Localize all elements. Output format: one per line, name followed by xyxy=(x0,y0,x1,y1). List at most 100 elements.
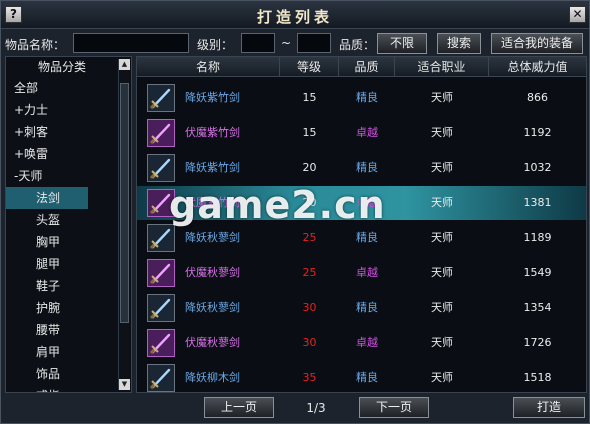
item-power: 866 xyxy=(527,91,548,104)
item-quality: 精良 xyxy=(356,161,378,174)
item-job: 天师 xyxy=(431,126,453,139)
category-item[interactable]: 鞋子 xyxy=(6,275,118,297)
item-level: 25 xyxy=(302,231,317,244)
category-panel: 物品分类 全部+力士+刺客+唤雷-天师法剑头盔胸甲腿甲鞋子护腕腰带肩甲饰品戒指 … xyxy=(5,56,132,393)
prev-page-button[interactable]: 上一页 xyxy=(204,397,274,418)
item-power: 1189 xyxy=(523,231,552,244)
item-level: 30 xyxy=(302,336,317,349)
category-item[interactable]: 腿甲 xyxy=(6,253,118,275)
item-job: 天师 xyxy=(431,91,453,104)
filter-bar: 物品名称： 级别： ~ 品质： 不限 搜索 适合我的装备 xyxy=(1,30,589,56)
sword-icon xyxy=(147,224,175,252)
category-item[interactable]: +唤雷 xyxy=(6,143,118,165)
item-job: 天师 xyxy=(431,371,453,384)
sword-icon xyxy=(147,189,175,217)
level-range-separator: ~ xyxy=(281,36,292,50)
category-item[interactable]: 戒指 xyxy=(6,385,118,392)
table-row[interactable]: 伏魔紫竹剑 20 卓越 天师 1381 xyxy=(137,186,586,220)
quality-dropdown[interactable]: 不限 xyxy=(377,33,427,54)
item-power: 1381 xyxy=(523,196,552,209)
next-page-button[interactable]: 下一页 xyxy=(359,397,429,418)
category-item[interactable]: 护腕 xyxy=(6,297,118,319)
recipe-table: 名称 等级 品质 适合职业 总体威力值 降妖紫竹剑 15 精良 天师 866 伏魔紫竹剑 1… xyxy=(136,56,587,393)
sword-icon xyxy=(147,329,175,357)
sword-icon xyxy=(147,364,175,392)
window-title: 打造列表 xyxy=(256,8,333,26)
category-item[interactable]: 胸甲 xyxy=(6,231,118,253)
category-item[interactable]: 饰品 xyxy=(6,363,118,385)
sword-icon xyxy=(147,154,175,182)
item-name: 降妖紫竹剑 xyxy=(185,91,240,104)
sword-icon xyxy=(147,84,175,112)
item-level: 15 xyxy=(302,126,317,139)
item-job: 天师 xyxy=(431,161,453,174)
category-item[interactable]: 头盔 xyxy=(6,209,118,231)
table-row[interactable]: 降妖紫竹剑 20 精良 天师 1032 xyxy=(137,151,586,185)
table-row[interactable]: 降妖秋蓼剑 25 精良 天师 1189 xyxy=(137,221,586,255)
item-level: 20 xyxy=(302,196,317,209)
item-quality: 精良 xyxy=(356,371,378,384)
table-row[interactable]: 降妖柳木剑 35 精良 天师 1518 xyxy=(137,361,586,392)
column-header-name: 名称 xyxy=(137,57,280,77)
column-header-power: 总体威力值 xyxy=(507,60,568,74)
item-level: 15 xyxy=(302,91,317,104)
craft-button[interactable]: 打造 xyxy=(513,397,585,418)
item-job: 天师 xyxy=(431,196,453,209)
item-quality: 精良 xyxy=(356,91,378,104)
table-row[interactable]: 伏魔秋蓼剑 30 卓越 天师 1726 xyxy=(137,326,586,360)
category-header: 物品分类 xyxy=(37,60,86,74)
level-label: 级别： xyxy=(197,38,234,52)
category-item[interactable]: -天师 xyxy=(6,165,118,187)
category-scrollbar[interactable]: ▲ ▼ xyxy=(118,59,130,390)
item-power: 1726 xyxy=(523,336,552,349)
item-job: 天师 xyxy=(431,336,453,349)
item-name-label: 物品名称： xyxy=(5,38,66,52)
category-item[interactable]: 法剑 xyxy=(6,187,88,209)
table-row[interactable]: 降妖秋蓼剑 30 精良 天师 1354 xyxy=(137,291,586,325)
item-name: 降妖柳木剑 xyxy=(185,371,240,384)
item-name: 降妖紫竹剑 xyxy=(185,161,240,174)
item-quality: 卓越 xyxy=(356,266,378,279)
item-job: 天师 xyxy=(431,266,453,279)
search-button[interactable]: 搜索 xyxy=(437,33,481,54)
category-item[interactable]: 腰带 xyxy=(6,319,118,341)
level-min-input[interactable] xyxy=(241,33,275,53)
table-row[interactable]: 伏魔紫竹剑 15 卓越 天师 1192 xyxy=(137,116,586,150)
table-row[interactable]: 伏魔秋蓼剑 25 卓越 天师 1549 xyxy=(137,256,586,290)
level-max-input[interactable] xyxy=(297,33,331,53)
sword-icon xyxy=(147,294,175,322)
item-power: 1032 xyxy=(523,161,552,174)
category-item[interactable]: +力士 xyxy=(6,99,118,121)
table-header: 名称 等级 品质 适合职业 总体威力值 xyxy=(137,57,586,77)
item-name: 伏魔秋蓼剑 xyxy=(185,336,240,349)
category-item[interactable]: 全部 xyxy=(6,77,118,99)
scroll-down-icon[interactable]: ▼ xyxy=(119,379,130,390)
category-item[interactable]: +刺客 xyxy=(6,121,118,143)
item-quality: 卓越 xyxy=(356,126,378,139)
close-button[interactable]: ✕ xyxy=(569,6,586,23)
scroll-thumb[interactable] xyxy=(120,83,129,323)
page-indicator: 1/3 xyxy=(306,401,326,415)
item-level: 20 xyxy=(302,161,317,174)
item-level: 35 xyxy=(302,371,317,384)
category-item[interactable]: 肩甲 xyxy=(6,341,118,363)
table-row[interactable]: 降妖紫竹剑 15 精良 天师 866 xyxy=(137,81,586,115)
item-power: 1549 xyxy=(523,266,552,279)
title-bar: ? 打造列表 ✕ xyxy=(1,1,589,29)
item-name: 伏魔紫竹剑 xyxy=(185,126,240,139)
scroll-up-icon[interactable]: ▲ xyxy=(119,59,130,70)
item-job: 天师 xyxy=(431,301,453,314)
sword-icon xyxy=(147,259,175,287)
column-header-job: 适合职业 xyxy=(395,57,489,77)
item-name: 降妖秋蓼剑 xyxy=(185,301,240,314)
column-header-level: 等级 xyxy=(280,57,339,77)
item-name-input[interactable] xyxy=(73,33,189,53)
quality-label: 品质： xyxy=(339,38,376,52)
suitable-gear-button[interactable]: 适合我的装备 xyxy=(491,33,583,54)
item-power: 1518 xyxy=(523,371,552,384)
item-level: 30 xyxy=(302,301,317,314)
column-header-quality: 品质 xyxy=(339,57,395,77)
item-name: 伏魔秋蓼剑 xyxy=(185,266,240,279)
item-quality: 卓越 xyxy=(356,196,378,209)
item-level: 25 xyxy=(302,266,317,279)
